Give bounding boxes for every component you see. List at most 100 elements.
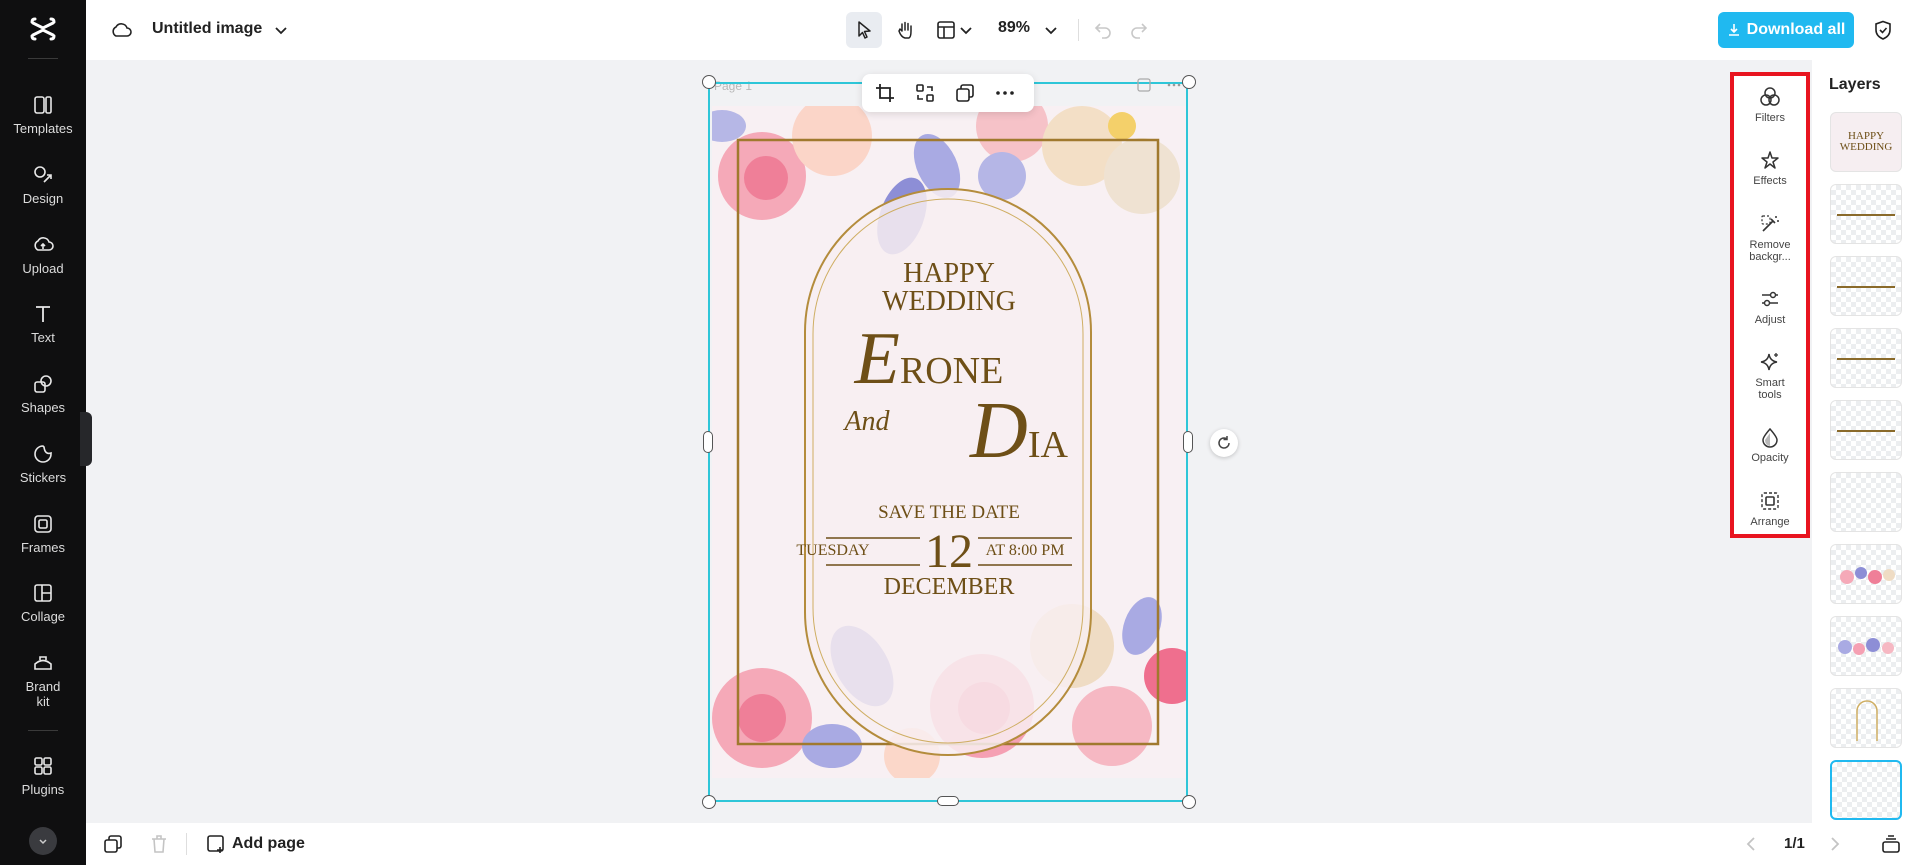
sidebar-item-label: Brand kit (25, 679, 61, 709)
resize-handle-left[interactable] (703, 431, 713, 453)
stickers-icon (34, 445, 52, 463)
sidebar-item-plugins[interactable]: Plugins (0, 749, 86, 807)
redo-button[interactable] (1126, 17, 1152, 43)
duplicate-page-button[interactable] (102, 833, 124, 855)
rotate-handle[interactable] (1210, 429, 1238, 457)
filters-icon (1760, 87, 1780, 106)
resize-handle-top-left[interactable] (702, 75, 716, 89)
top-bar: Untitled image 89% Download all (86, 0, 1915, 60)
sidebar-item-label: Upload (22, 261, 64, 276)
chevron-left-icon (1746, 837, 1755, 851)
delete-page-button[interactable] (148, 833, 170, 855)
page-manager-button[interactable] (1880, 833, 1902, 855)
resize-handle-bottom-left[interactable] (702, 795, 716, 809)
more-icon (996, 91, 1014, 95)
sidebar-item-collage[interactable]: Collage (0, 576, 86, 634)
sidebar-item-label: Stickers (19, 470, 67, 485)
crop-button[interactable] (874, 82, 896, 104)
chevron-down-icon (1045, 27, 1057, 35)
hand-tool-button[interactable] (888, 12, 924, 48)
sidebar-item-label: Design (22, 191, 64, 206)
title-menu-button[interactable] (270, 19, 292, 41)
tool-remove-background[interactable]: Remove backgr... (1734, 213, 1806, 263)
adjust-icon (1762, 291, 1778, 307)
sidebar-item-upload[interactable]: Upload (0, 228, 86, 286)
sidebar-item-label: Shapes (20, 400, 66, 415)
next-page-button[interactable] (1824, 833, 1846, 855)
shield-icon (1875, 20, 1891, 40)
tool-arrange[interactable]: Arrange (1734, 490, 1806, 528)
bottom-divider (186, 833, 187, 855)
opacity-icon (1762, 427, 1778, 448)
bottom-bar: Add page 1/1 (86, 823, 1915, 865)
replace-button[interactable] (914, 82, 936, 104)
layers-panel: Layers HAPPY WEDDING (1812, 60, 1915, 823)
tool-label: Effects (1753, 175, 1787, 187)
resize-handle-bottom-right[interactable] (1182, 795, 1196, 809)
duplicate-page-icon (104, 835, 122, 853)
download-icon (1728, 24, 1739, 36)
selection-box[interactable] (708, 82, 1188, 802)
download-all-button[interactable]: Download all (1718, 12, 1854, 48)
smart-tools-icon (1760, 353, 1778, 371)
undo-button[interactable] (1090, 17, 1116, 43)
layer-item-title-text[interactable]: HAPPY WEDDING (1830, 112, 1902, 172)
resize-handle-bottom[interactable] (937, 796, 959, 806)
pointer-icon (858, 21, 871, 39)
page-more-button[interactable] (1166, 77, 1182, 93)
layer-item-background[interactable] (1830, 760, 1902, 820)
sidebar-collapse-handle[interactable] (80, 412, 92, 466)
layer-item-line[interactable] (1830, 328, 1902, 388)
chevron-down-icon (275, 27, 287, 35)
zoom-level[interactable]: 89% (998, 19, 1030, 37)
tool-effects[interactable]: Effects (1734, 149, 1806, 187)
layer-item-line[interactable] (1830, 400, 1902, 460)
duplicate-icon (956, 84, 974, 102)
sidebar-item-label: Collage (20, 609, 66, 624)
tool-smart-tools[interactable]: Smart tools (1734, 351, 1806, 401)
layer-item-line[interactable] (1830, 256, 1902, 316)
layer-item-floral[interactable] (1830, 544, 1902, 604)
sidebar-item-design[interactable]: Design (0, 158, 86, 216)
tool-label: Opacity (1751, 452, 1789, 464)
account-menu-button[interactable] (29, 827, 57, 855)
layer-item-floral[interactable] (1830, 616, 1902, 676)
page-fit-button[interactable] (1136, 77, 1152, 93)
document-title[interactable]: Untitled image (152, 20, 262, 38)
previous-page-button[interactable] (1740, 833, 1762, 855)
sidebar-item-brand-kit[interactable]: Brand kit (0, 646, 86, 712)
select-tool-button[interactable] (846, 12, 882, 48)
security-button[interactable] (1870, 17, 1896, 43)
tool-filters[interactable]: Filters (1734, 86, 1806, 124)
layer-item-line[interactable] (1830, 184, 1902, 244)
download-all-label: Download all (1746, 21, 1846, 38)
sidebar-item-frames[interactable]: Frames (0, 507, 86, 565)
cloud-sync-button[interactable] (108, 18, 134, 42)
cloud-icon (112, 23, 132, 37)
sidebar-item-label: Templates (13, 121, 73, 136)
sidebar-item-text[interactable]: Text (0, 297, 86, 355)
add-page-label: Add page (232, 835, 305, 852)
tool-adjust[interactable]: Adjust (1734, 288, 1806, 326)
arrange-icon (1761, 492, 1779, 510)
layout-icon (937, 21, 955, 39)
layout-menu-button[interactable] (932, 14, 960, 46)
resize-handle-top-right[interactable] (1182, 75, 1196, 89)
sidebar-item-templates[interactable]: Templates (0, 88, 86, 146)
layer-item-arch[interactable] (1830, 688, 1902, 748)
effects-icon (1761, 151, 1779, 169)
crop-icon (876, 84, 894, 102)
sidebar-item-shapes[interactable]: Shapes (0, 367, 86, 425)
duplicate-button[interactable] (954, 82, 976, 104)
tool-opacity[interactable]: Opacity (1734, 426, 1806, 464)
capcut-logo-icon[interactable] (28, 14, 58, 44)
add-page-button[interactable]: Add page (206, 834, 305, 854)
layout-dropdown-button[interactable] (958, 19, 974, 41)
sidebar-item-stickers[interactable]: Stickers (0, 437, 86, 495)
layer-item-empty[interactable] (1830, 472, 1902, 532)
sidebar-item-label: Plugins (21, 782, 65, 797)
tool-label: Smart tools (1755, 377, 1785, 401)
resize-handle-right[interactable] (1183, 431, 1193, 453)
more-options-button[interactable] (994, 82, 1016, 104)
zoom-dropdown-button[interactable] (1040, 19, 1062, 41)
